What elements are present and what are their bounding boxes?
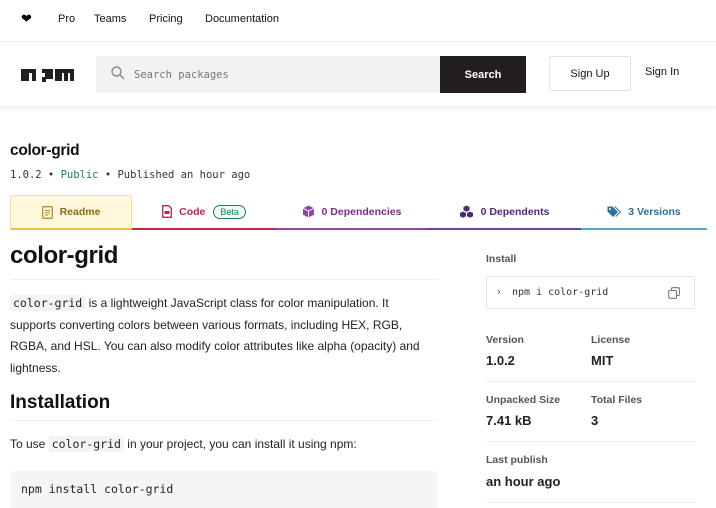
heart-icon[interactable]: ❤ bbox=[21, 12, 32, 27]
package-meta: 1.0.2 • Public • Published an hour ago bbox=[10, 169, 251, 181]
package-visibility: Public bbox=[60, 169, 99, 181]
main-header: Search Sign Up Sign In bbox=[0, 42, 716, 106]
readme-title: color-grid bbox=[10, 242, 438, 280]
package-tabs: Readme Code Beta 0 Dependencies 0 Depend… bbox=[10, 195, 707, 230]
total-files-value: 3 bbox=[591, 413, 599, 428]
license-label: License bbox=[591, 334, 631, 346]
total-files-label: Total Files bbox=[591, 394, 643, 406]
install-text-before: To use bbox=[10, 437, 49, 451]
tab-readme-label: Readme bbox=[59, 206, 101, 218]
installation-heading: Installation bbox=[10, 392, 438, 421]
npm-logo-icon[interactable] bbox=[21, 67, 74, 83]
version-label: Version bbox=[486, 334, 524, 346]
chevron-right-icon: › bbox=[497, 286, 501, 298]
unpacked-size-value: 7.41 kB bbox=[486, 413, 532, 428]
sign-up-button[interactable]: Sign Up bbox=[549, 56, 631, 91]
tab-dependencies[interactable]: 0 Dependencies bbox=[276, 195, 427, 230]
tags-icon bbox=[607, 206, 622, 218]
install-label: Install bbox=[486, 253, 517, 265]
tab-readme[interactable]: Readme bbox=[10, 195, 132, 230]
nav-link-documentation[interactable]: Documentation bbox=[205, 13, 279, 25]
nav-link-pro[interactable]: Pro bbox=[58, 13, 75, 25]
search-button[interactable]: Search bbox=[440, 56, 526, 93]
tab-dependents-label: 0 Dependents bbox=[480, 205, 550, 218]
box-icon bbox=[302, 205, 315, 218]
tab-dependents[interactable]: 0 Dependents bbox=[427, 195, 581, 230]
search-input[interactable] bbox=[134, 56, 434, 93]
divider bbox=[486, 381, 695, 382]
package-published: Published an hour ago bbox=[117, 169, 251, 181]
last-publish-value: an hour ago bbox=[486, 474, 561, 489]
install-command-code: npm install color-grid bbox=[21, 482, 174, 496]
sign-in-link[interactable]: Sign In bbox=[645, 66, 679, 78]
divider bbox=[486, 502, 695, 503]
nav-link-pricing[interactable]: Pricing bbox=[149, 13, 183, 25]
package-title: color-grid bbox=[10, 142, 80, 159]
document-icon bbox=[41, 205, 53, 219]
inline-code: color-grid bbox=[10, 295, 86, 311]
nav-link-teams[interactable]: Teams bbox=[94, 13, 126, 25]
tab-versions-label: 3 Versions bbox=[628, 205, 681, 218]
tab-dependencies-label: 0 Dependencies bbox=[321, 205, 402, 218]
boxes-icon bbox=[459, 205, 474, 218]
divider bbox=[486, 441, 695, 442]
license-value: MIT bbox=[591, 353, 614, 368]
tab-versions[interactable]: 3 Versions bbox=[581, 195, 707, 230]
unpacked-size-label: Unpacked Size bbox=[486, 394, 561, 406]
readme-intro: color-grid is a lightweight JavaScript c… bbox=[10, 293, 438, 380]
code-block: npm install color-grid bbox=[10, 471, 438, 508]
top-bar: ❤ Pro Teams Pricing Documentation bbox=[0, 0, 716, 42]
inline-code: color-grid bbox=[48, 436, 124, 452]
search-icon bbox=[111, 66, 125, 80]
install-command: npm i color-grid bbox=[512, 287, 609, 298]
install-command-box[interactable]: › npm i color-grid bbox=[486, 276, 695, 309]
package-version: 1.0.2 bbox=[10, 169, 42, 181]
tab-code-label: Code bbox=[179, 205, 206, 218]
code-file-icon bbox=[162, 205, 173, 218]
tab-code[interactable]: Code Beta bbox=[132, 195, 276, 230]
last-publish-label: Last publish bbox=[486, 454, 548, 466]
copy-icon[interactable] bbox=[668, 287, 680, 299]
install-instructions: To use color-grid in your project, you c… bbox=[10, 436, 438, 452]
install-text-after: in your project, you can install it usin… bbox=[123, 437, 357, 451]
search-box bbox=[96, 56, 440, 93]
version-value: 1.0.2 bbox=[486, 353, 515, 368]
beta-badge: Beta bbox=[213, 204, 246, 219]
